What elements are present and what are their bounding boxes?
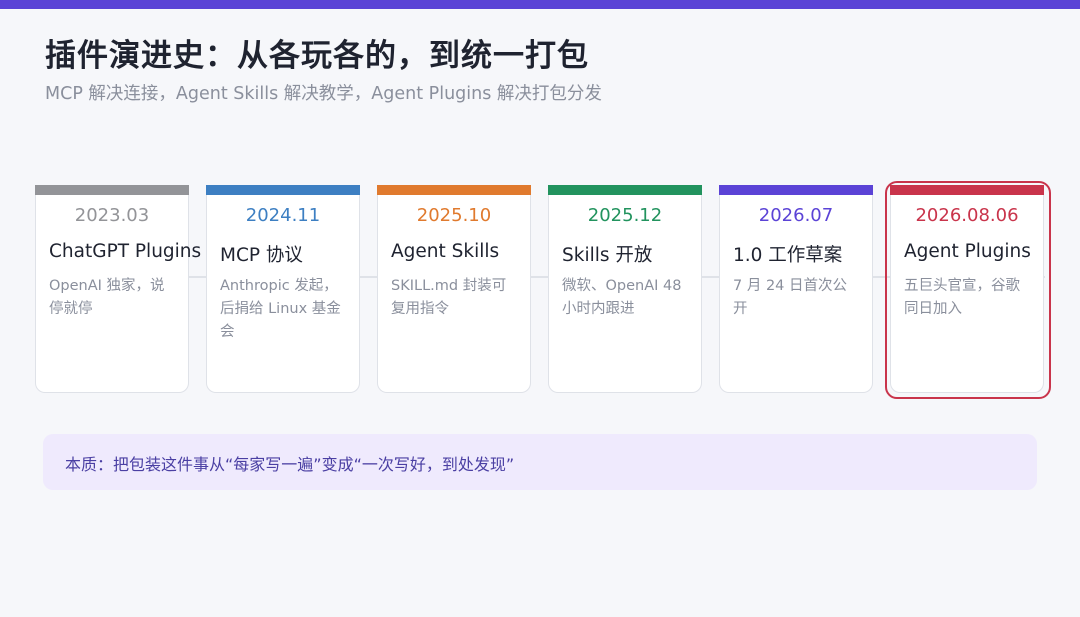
timeline-card-working-draft: 2026.07 1.0 工作草案 7 月 24 日首次公开 (719, 185, 873, 393)
card-description: Anthropic 发起，后捐给 Linux 基金会 (220, 278, 341, 340)
card-title: Skills 开放 (562, 245, 653, 266)
page-title: 插件演进史：从各玩各的，到统一打包 (45, 38, 589, 74)
page-subtitle: MCP 解决连接，Agent Skills 解决教学，Agent Plugins… (45, 84, 602, 104)
card-title: MCP 协议 (220, 245, 303, 266)
timeline-card-agent-skills: 2025.10 Agent Skills SKILL.md 封装可复用指令 (377, 185, 531, 393)
card-color-bar (35, 185, 189, 195)
summary-text: 本质：把包装这件事从“每家写一遍”变成“一次写好，到处发现” (65, 455, 515, 474)
timeline-card-mcp: 2024.11 MCP 协议 Anthropic 发起，后捐给 Linux 基金… (206, 185, 360, 393)
card-date: 2023.03 (74, 205, 150, 226)
card-title: 1.0 工作草案 (733, 245, 843, 266)
card-title: ChatGPT Plugins (49, 241, 202, 262)
card-date: 2026.07 (758, 205, 834, 226)
card-date: 2024.11 (245, 205, 321, 226)
card-date: 2025.12 (587, 205, 663, 226)
card-color-bar (548, 185, 702, 195)
card-description: SKILL.md 封装可复用指令 (391, 278, 507, 317)
timeline-card-chatgpt-plugins: 2023.03 ChatGPT Plugins OpenAI 独家，说停就停 (35, 185, 201, 393)
card-color-bar (206, 185, 360, 195)
card-date: 2025.10 (416, 205, 492, 226)
top-accent-bar (0, 0, 1080, 9)
card-color-bar (719, 185, 873, 195)
card-title: Agent Skills (391, 241, 500, 262)
card-description: OpenAI 独家，说停就停 (49, 278, 165, 317)
timeline-card-skills-open: 2025.12 Skills 开放 微软、OpenAI 48 小时内跟进 (548, 185, 702, 393)
summary-callout: 本质：把包装这件事从“每家写一遍”变成“一次写好，到处发现” (43, 434, 1037, 490)
current-milestone-highlight (885, 181, 1051, 399)
card-description: 微软、OpenAI 48 小时内跟进 (562, 278, 682, 317)
card-color-bar (377, 185, 531, 195)
card-description: 7 月 24 日首次公开 (733, 278, 848, 317)
